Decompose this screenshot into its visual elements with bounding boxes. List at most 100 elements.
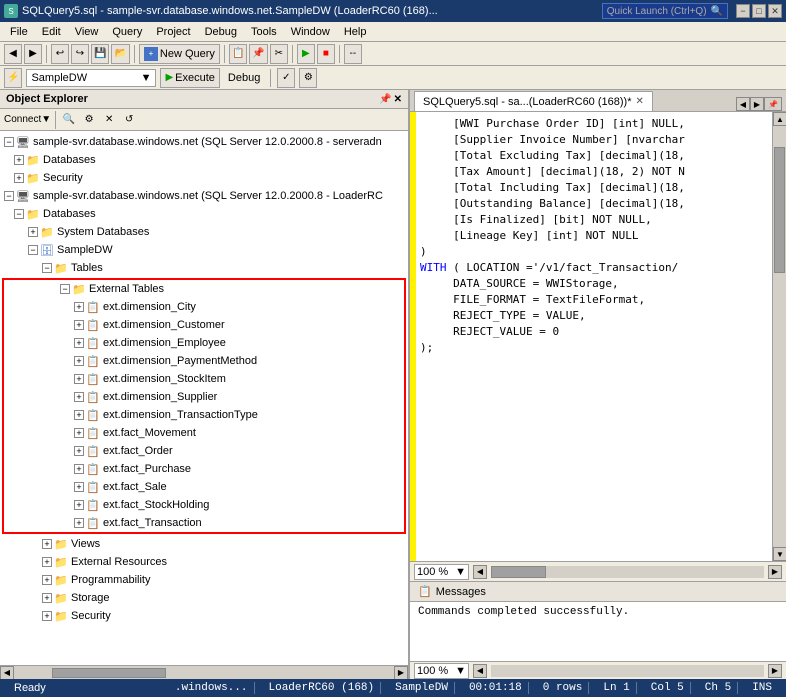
server2-expand[interactable]: − bbox=[4, 191, 14, 201]
table-ext-customer[interactable]: + 📋 ext.dimension_Customer bbox=[4, 316, 404, 334]
external-resources-folder[interactable]: + 📁 External Resources bbox=[0, 553, 408, 571]
views-expand[interactable]: + bbox=[42, 539, 52, 549]
system-databases[interactable]: + 📁 System Databases bbox=[0, 223, 408, 241]
server2-databases[interactable]: − 📁 Databases bbox=[0, 205, 408, 223]
editor-hscroll-left[interactable]: ◀ bbox=[473, 565, 487, 579]
ext-payment-expand[interactable]: + bbox=[74, 356, 84, 366]
refresh-btn[interactable]: ↺ bbox=[120, 111, 138, 129]
check-button[interactable]: ✓ bbox=[277, 68, 295, 88]
save-button[interactable]: 💾 bbox=[91, 44, 109, 64]
menu-tools[interactable]: Tools bbox=[245, 24, 283, 40]
tab-scroll-right[interactable]: ▶ bbox=[750, 97, 764, 111]
table-ext-transactiontype[interactable]: + 📋 ext.dimension_TransactionType bbox=[4, 406, 404, 424]
editor-zoom-dropdown[interactable]: 100 % ▼ bbox=[414, 564, 469, 580]
server2-databases-expand[interactable]: − bbox=[14, 209, 24, 219]
table-ext-order[interactable]: + 📋 ext.fact_Order bbox=[4, 442, 404, 460]
server1-databases[interactable]: + 📁 Databases bbox=[0, 151, 408, 169]
menu-help[interactable]: Help bbox=[338, 24, 373, 40]
ext-purchase-expand[interactable]: + bbox=[74, 464, 84, 474]
search-icon[interactable]: 🔍 bbox=[711, 6, 723, 17]
editor-scroll-up[interactable]: ▲ bbox=[773, 112, 786, 126]
programmability-expand[interactable]: + bbox=[42, 575, 52, 585]
external-tables-expand[interactable]: − bbox=[60, 284, 70, 294]
table-ext-stockitem[interactable]: + 📋 ext.dimension_StockItem bbox=[4, 370, 404, 388]
ext-transtype-expand[interactable]: + bbox=[74, 410, 84, 420]
restore-button[interactable]: □ bbox=[752, 4, 766, 18]
menu-edit[interactable]: Edit bbox=[36, 24, 67, 40]
ext-supplier-expand[interactable]: + bbox=[74, 392, 84, 402]
external-tables-folder[interactable]: − 📁 External Tables bbox=[4, 280, 404, 298]
editor-hscrollbar[interactable] bbox=[491, 566, 764, 578]
menu-window[interactable]: Window bbox=[285, 24, 336, 40]
paste-button[interactable]: 📌 bbox=[249, 44, 267, 64]
ext-order-expand[interactable]: + bbox=[74, 446, 84, 456]
security-expand[interactable]: + bbox=[42, 611, 52, 621]
editor-scroll-thumb[interactable] bbox=[774, 147, 785, 273]
server1-security[interactable]: + 📁 Security bbox=[0, 169, 408, 187]
table-ext-city[interactable]: + 📋 ext.dimension_City bbox=[4, 298, 404, 316]
server1-item[interactable]: − 🖥 sample-svr.database.windows.net (SQL… bbox=[0, 133, 408, 151]
redo-button[interactable]: ↪ bbox=[71, 44, 89, 64]
filter-settings-btn[interactable]: ⚙ bbox=[80, 111, 98, 129]
tab-scroll-left[interactable]: ◀ bbox=[736, 97, 750, 111]
ext-employee-expand[interactable]: + bbox=[74, 338, 84, 348]
back-button[interactable]: ◀ bbox=[4, 44, 22, 64]
debug-label[interactable]: Debug bbox=[224, 72, 264, 84]
menu-debug[interactable]: Debug bbox=[199, 24, 243, 40]
tables-folder[interactable]: − 📁 Tables bbox=[0, 259, 408, 277]
close-button[interactable]: ✕ bbox=[768, 4, 782, 18]
close-icon[interactable]: ✕ bbox=[394, 94, 402, 105]
parse-button[interactable]: ⚙ bbox=[299, 68, 317, 88]
oe-scroll-left[interactable]: ◀ bbox=[0, 666, 14, 680]
programmability-folder[interactable]: + 📁 Programmability bbox=[0, 571, 408, 589]
quick-launch-input[interactable]: Quick Launch (Ctrl+Q) bbox=[607, 6, 707, 17]
connect-button[interactable]: ⚡ bbox=[4, 68, 22, 88]
ext-city-expand[interactable]: + bbox=[74, 302, 84, 312]
messages-zoom-dropdown[interactable]: 100 % ▼ bbox=[414, 663, 469, 679]
sampledw-expand[interactable]: − bbox=[28, 245, 38, 255]
editor-vscrollbar[interactable]: ▲ ▼ bbox=[772, 112, 786, 561]
ext-movement-expand[interactable]: + bbox=[74, 428, 84, 438]
table-ext-transaction[interactable]: + 📋 ext.fact_Transaction bbox=[4, 514, 404, 532]
code-editor[interactable]: [WWI Purchase Order ID] [int] NULL, [Sup… bbox=[416, 112, 772, 561]
connect-btn[interactable]: Connect ▼ bbox=[4, 111, 51, 129]
menu-view[interactable]: View bbox=[69, 24, 105, 40]
pin-icon[interactable]: 📌 bbox=[379, 94, 391, 105]
forward-button[interactable]: ▶ bbox=[24, 44, 42, 64]
new-query-button[interactable]: + New Query bbox=[139, 44, 220, 64]
open-button[interactable]: 📂 bbox=[111, 44, 129, 64]
ext-transaction-expand[interactable]: + bbox=[74, 518, 84, 528]
sampledw-item[interactable]: − 🗄 SampleDW bbox=[0, 241, 408, 259]
oe-scroll-thumb[interactable] bbox=[52, 668, 166, 678]
table-ext-sale[interactable]: + 📋 ext.fact_Sale bbox=[4, 478, 404, 496]
storage-expand[interactable]: + bbox=[42, 593, 52, 603]
undo-button[interactable]: ↩ bbox=[51, 44, 69, 64]
clear-filter-btn[interactable]: ✕ bbox=[100, 111, 118, 129]
editor-hscroll-thumb[interactable] bbox=[491, 566, 546, 578]
oe-scrollbar[interactable]: ◀ ▶ bbox=[0, 665, 408, 679]
msg-hscrollbar[interactable] bbox=[491, 665, 764, 677]
ext-stockitem-expand[interactable]: + bbox=[74, 374, 84, 384]
server1-security-expand[interactable]: + bbox=[14, 173, 24, 183]
ext-sale-expand[interactable]: + bbox=[74, 482, 84, 492]
tab-close-button[interactable]: ✕ bbox=[635, 96, 643, 107]
comment-button[interactable]: -- bbox=[344, 44, 362, 64]
msg-hscroll-left[interactable]: ◀ bbox=[473, 664, 487, 678]
system-databases-expand[interactable]: + bbox=[28, 227, 38, 237]
messages-tab-label[interactable]: Messages bbox=[436, 586, 486, 598]
table-ext-movement[interactable]: + 📋 ext.fact_Movement bbox=[4, 424, 404, 442]
oe-scroll-right[interactable]: ▶ bbox=[394, 666, 408, 680]
storage-folder[interactable]: + 📁 Storage bbox=[0, 589, 408, 607]
menu-query[interactable]: Query bbox=[106, 24, 148, 40]
editor-scroll-down[interactable]: ▼ bbox=[773, 547, 786, 561]
editor-hscroll-right[interactable]: ▶ bbox=[768, 565, 782, 579]
ext-resources-expand[interactable]: + bbox=[42, 557, 52, 567]
copy-button[interactable]: 📋 bbox=[229, 44, 247, 64]
ext-customer-expand[interactable]: + bbox=[74, 320, 84, 330]
tables-expand[interactable]: − bbox=[42, 263, 52, 273]
security-folder[interactable]: + 📁 Security bbox=[0, 607, 408, 625]
run-button[interactable]: ▶ bbox=[297, 44, 315, 64]
table-ext-paymentmethod[interactable]: + 📋 ext.dimension_PaymentMethod bbox=[4, 352, 404, 370]
table-ext-purchase[interactable]: + 📋 ext.fact_Purchase bbox=[4, 460, 404, 478]
server2-item[interactable]: − 🖥 sample-svr.database.windows.net (SQL… bbox=[0, 187, 408, 205]
